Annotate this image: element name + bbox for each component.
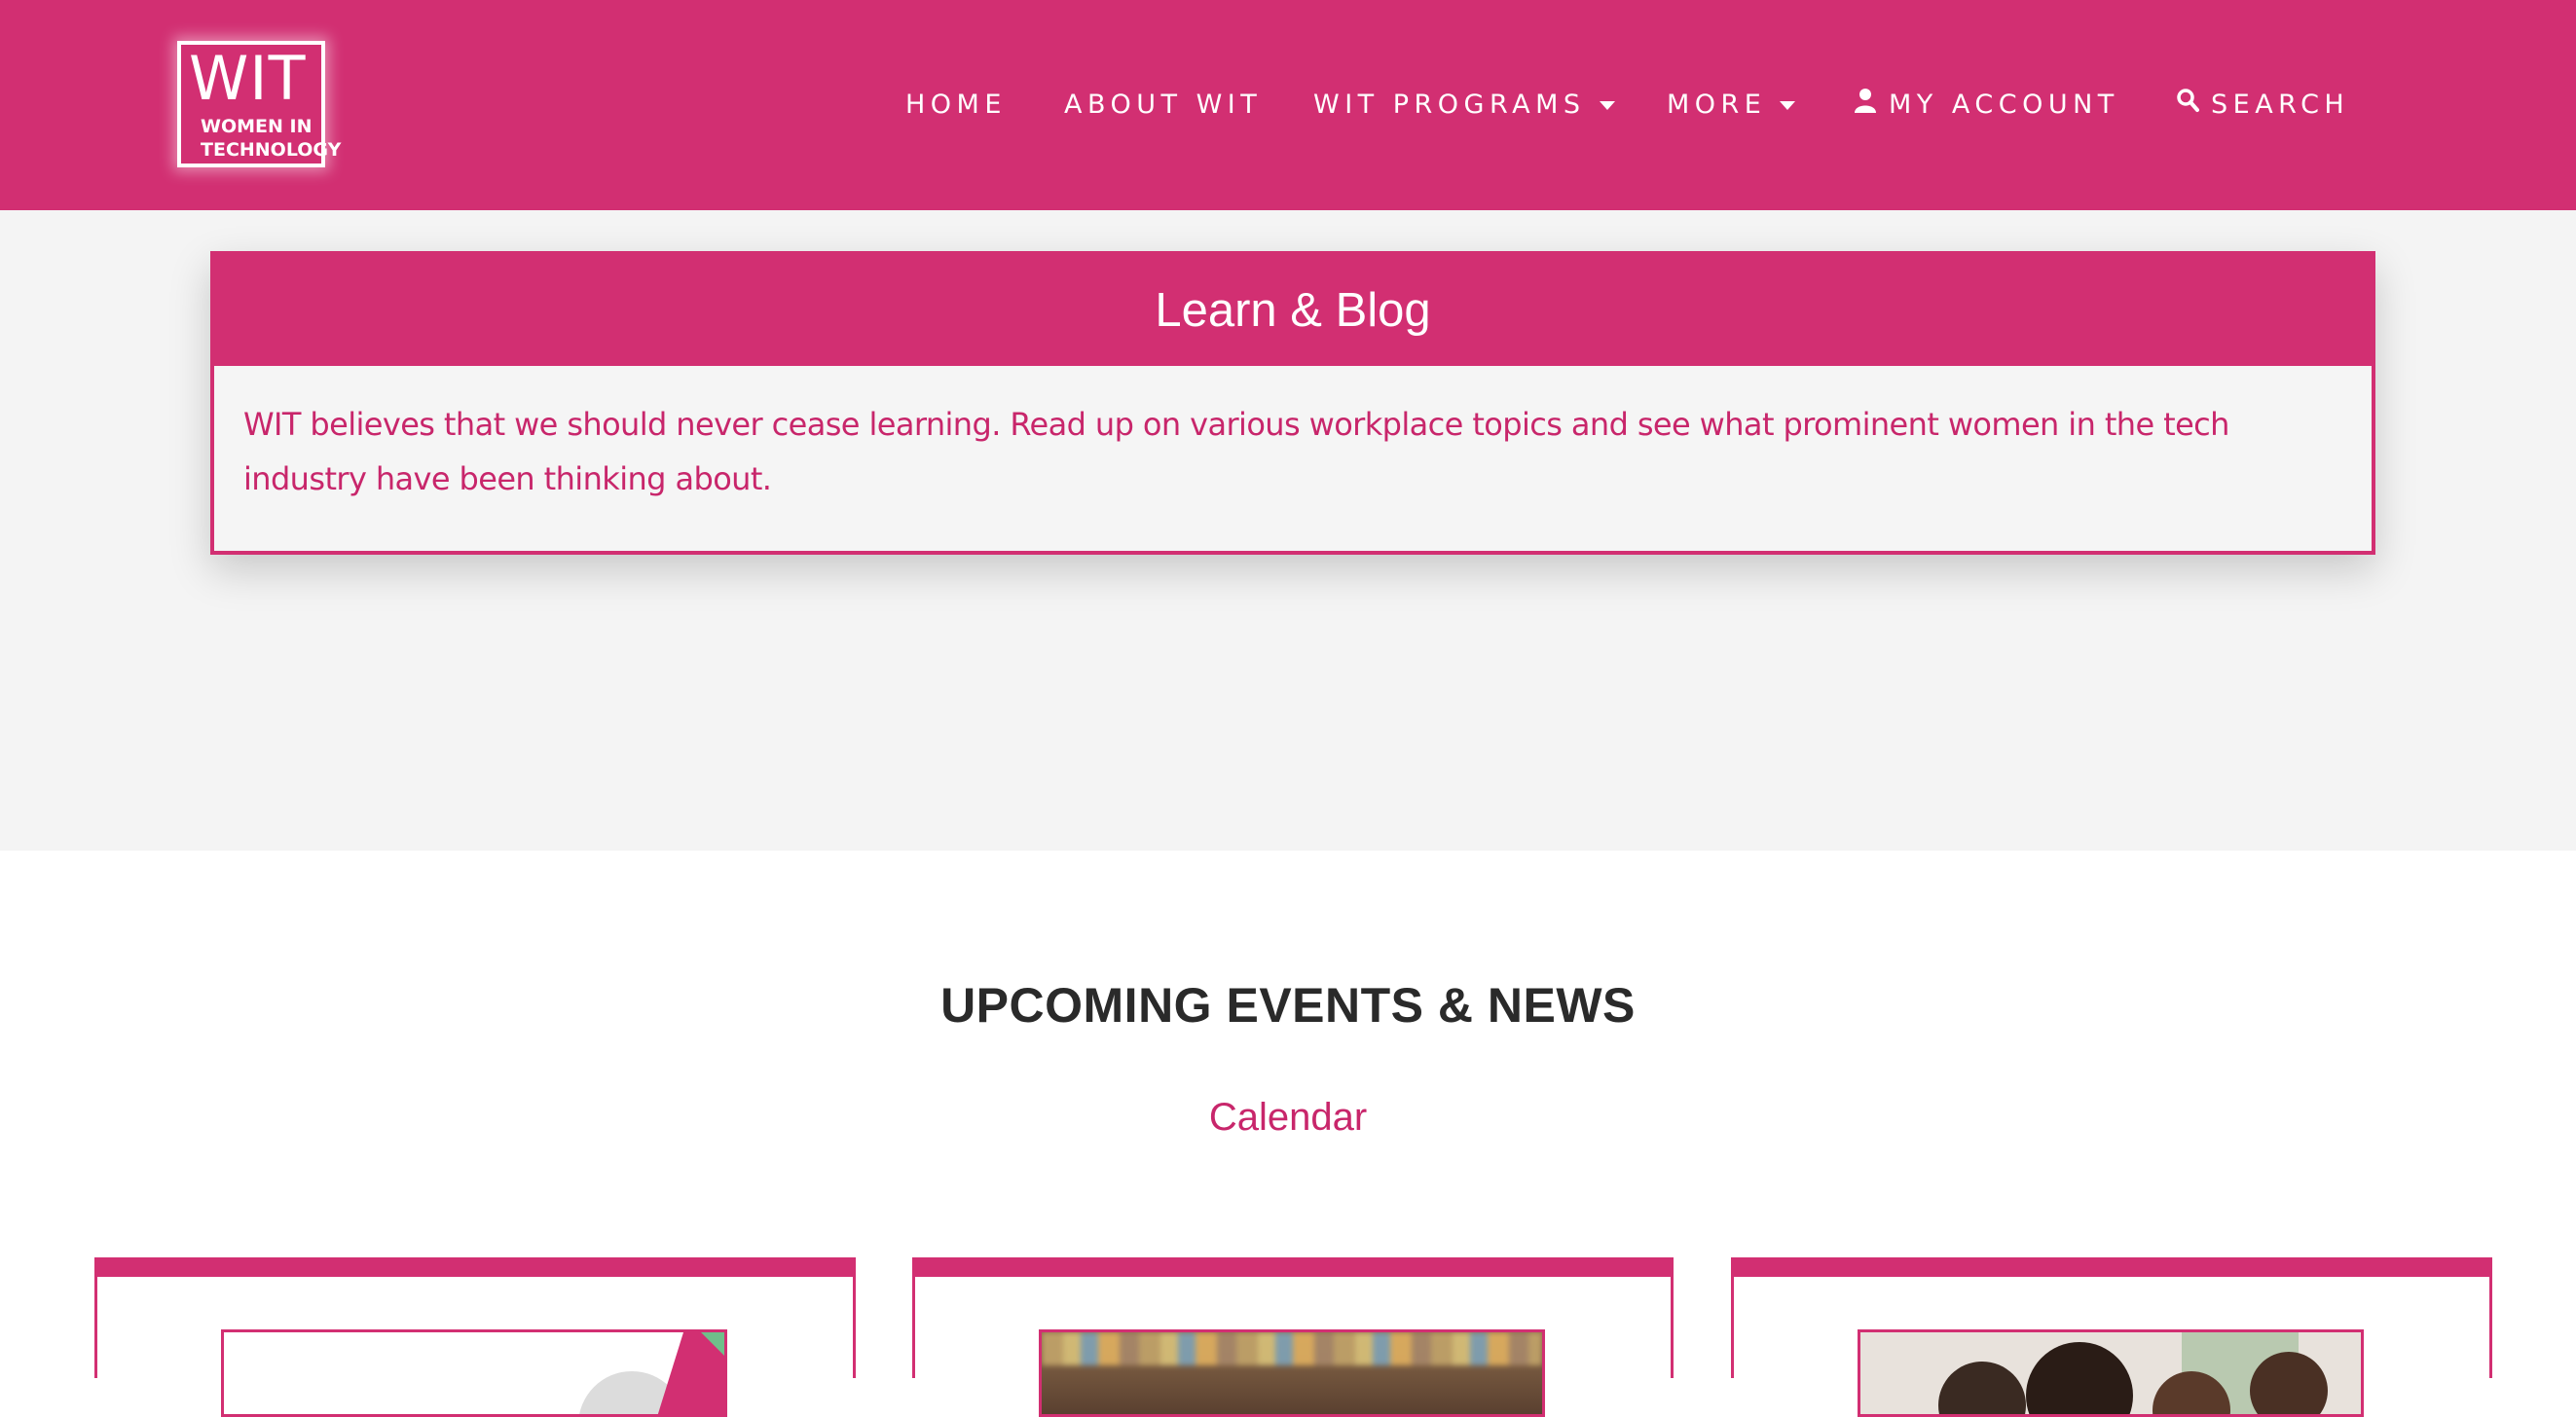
card-description: WIT believes that we should never cease … <box>243 406 2229 497</box>
event-card[interactable] <box>1731 1257 2492 1417</box>
event-thumbnail[interactable] <box>1858 1329 2364 1417</box>
learn-blog-card: Learn & Blog WIT believes that we should… <box>210 251 2375 555</box>
event-thumbnail[interactable] <box>1039 1329 1545 1417</box>
logo-subtitle-line2: TECHNOLOGY <box>201 139 342 161</box>
site-header: WIT WOMEN IN TECHNOLOGY HOME ABOUT WIT W… <box>0 0 2576 210</box>
wit-logo[interactable]: WIT WOMEN IN TECHNOLOGY <box>177 41 341 167</box>
caret-down-icon <box>1780 100 1796 110</box>
nav-more-label: MORE <box>1667 90 1767 120</box>
logo-title: WIT <box>189 43 307 114</box>
nav-search[interactable]: SEARCH <box>2176 86 2349 125</box>
nav-about-wit[interactable]: ABOUT WIT <box>1064 86 1262 125</box>
nav-search-label: SEARCH <box>2211 90 2350 120</box>
caret-down-icon <box>1599 100 1615 110</box>
nav-more[interactable]: MORE <box>1667 86 1796 125</box>
calendar-link[interactable]: Calendar <box>0 1096 2576 1140</box>
nav-programs-label: WIT PROGRAMS <box>1313 90 1586 120</box>
logo-subtitle: WOMEN IN TECHNOLOGY <box>201 115 341 162</box>
thumb-graphic <box>1042 1332 1542 1365</box>
thumb-graphic <box>1938 1362 2026 1414</box>
calendar-link-label[interactable]: Calendar <box>1209 1096 1367 1139</box>
search-icon <box>2176 86 2199 125</box>
card-title: Learn & Blog <box>214 255 2372 366</box>
nav-wit-programs[interactable]: WIT PROGRAMS <box>1313 86 1615 125</box>
event-card[interactable] <box>94 1257 856 1417</box>
nav-account-label: MY ACCOUNT <box>1889 90 2119 120</box>
thumb-graphic <box>2250 1352 2328 1414</box>
nav-my-account[interactable]: MY ACCOUNT <box>1854 86 2119 125</box>
event-card[interactable] <box>912 1257 1674 1417</box>
logo-subtitle-line1: WOMEN IN <box>201 116 313 137</box>
nav-home[interactable]: HOME <box>905 86 1007 125</box>
event-thumbnail[interactable] <box>221 1329 727 1417</box>
events-heading: UPCOMING EVENTS & NEWS <box>940 978 1636 1033</box>
nav-about-label: ABOUT WIT <box>1064 90 1263 120</box>
nav-home-label: HOME <box>905 90 1007 120</box>
thumb-graphic <box>2026 1342 2133 1414</box>
user-icon <box>1854 86 1877 125</box>
